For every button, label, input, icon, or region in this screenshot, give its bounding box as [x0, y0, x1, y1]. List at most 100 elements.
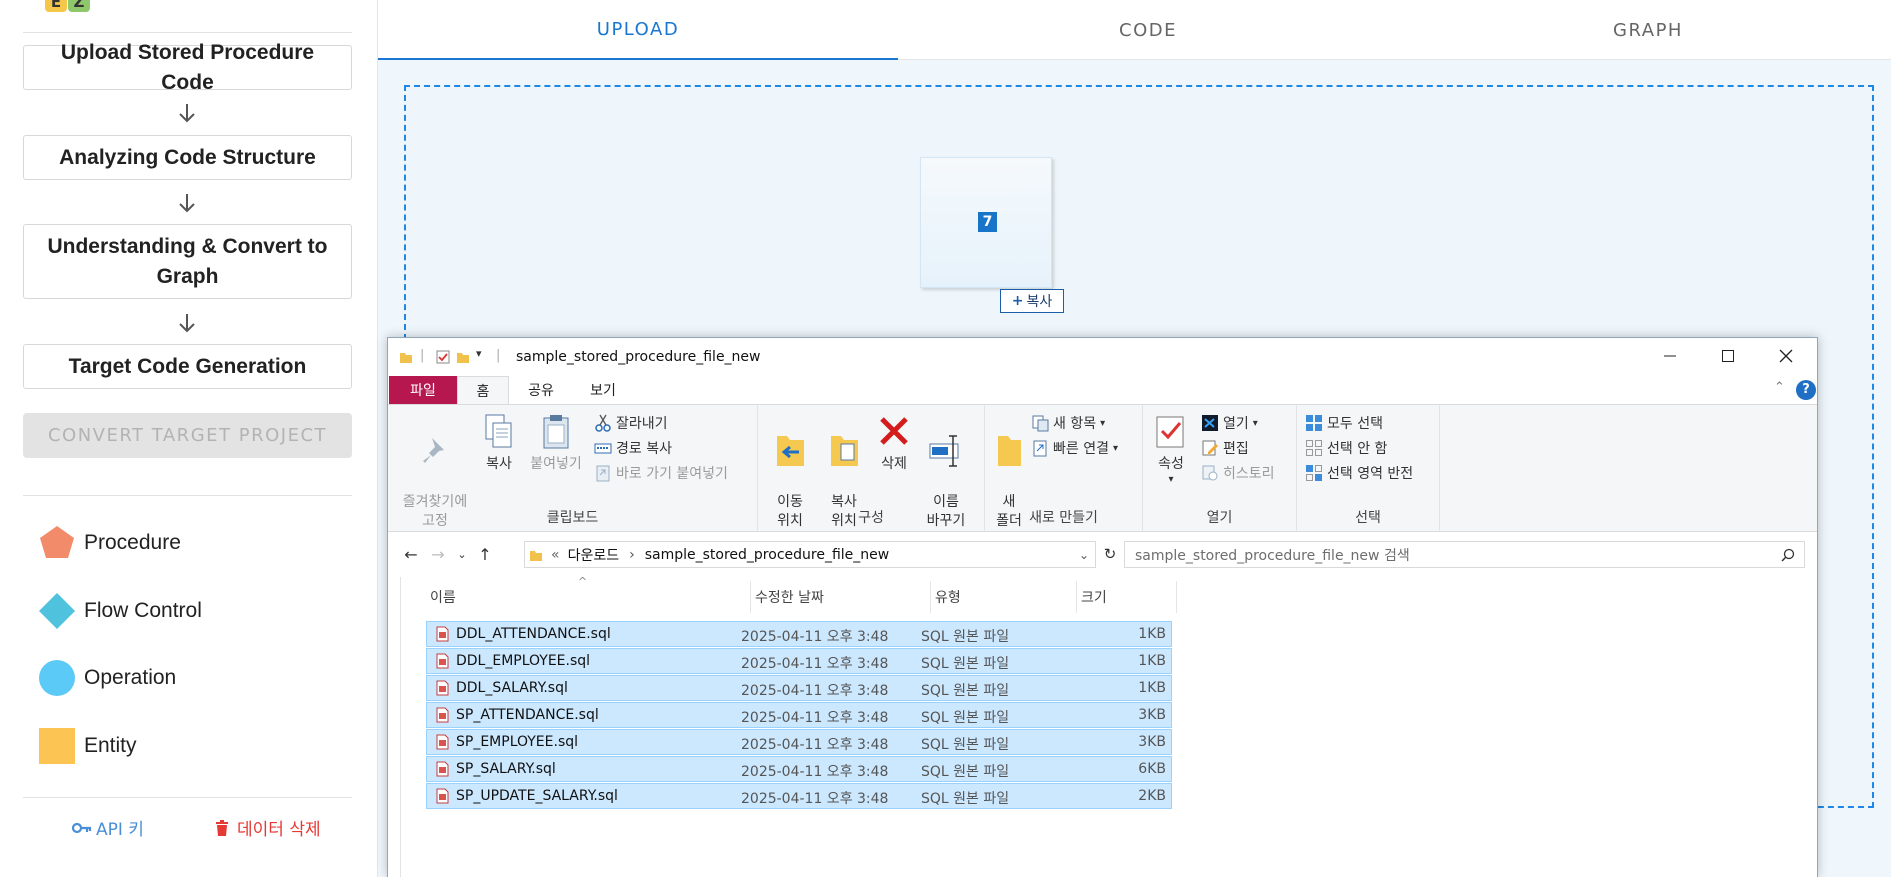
address-input[interactable]: « 다운로드 › sample_stored_procedure_file_ne… [524, 541, 1096, 568]
refresh-button[interactable]: ↻ [1100, 544, 1120, 564]
new-item-label: 새 항목 [1053, 416, 1097, 432]
history-button[interactable]: 히스토리 [1201, 462, 1275, 484]
properties-button[interactable]: 속성 ▾ [1151, 413, 1191, 486]
maximize-button[interactable] [1699, 338, 1757, 374]
file-date: 2025-04-11 오후 3:48 [741, 656, 889, 672]
close-button[interactable] [1757, 338, 1815, 374]
file-type: SQL 원본 파일 [921, 737, 1010, 753]
up-button[interactable]: ↑ [475, 544, 495, 564]
column-name[interactable]: 이름 [426, 581, 751, 613]
file-date: 2025-04-11 오후 3:48 [741, 791, 889, 807]
chevron-down-icon[interactable]: ⌄ [1079, 548, 1089, 562]
file-name: SP_EMPLOYEE.sql [456, 734, 579, 750]
minimize-button[interactable] [1641, 338, 1699, 374]
tab-code[interactable]: CODE [898, 0, 1398, 60]
open-button[interactable]: 열기 ▾ [1201, 412, 1258, 434]
api-key-link[interactable]: API 키 [72, 815, 144, 840]
app-logo[interactable]: E Z [45, 0, 91, 12]
dropdown-icon: ▾ [1112, 442, 1119, 454]
tab-graph[interactable]: GRAPH [1398, 0, 1891, 60]
file-row[interactable]: SP_ATTENDANCE.sql 2025-04-11 오후 3:48 SQL 원… [426, 702, 1172, 728]
cut-button[interactable]: 잘라내기 [594, 412, 668, 434]
column-size[interactable]: 크기 [1077, 581, 1177, 613]
ribbon-tab-home[interactable]: 홈 [457, 376, 509, 405]
help-icon[interactable]: ? [1796, 380, 1816, 400]
breadcrumb-current-folder[interactable]: sample_stored_procedure_file_new [645, 547, 890, 563]
ribbon-tab-share[interactable]: 공유 [513, 376, 569, 404]
properties-icon[interactable] [436, 350, 450, 364]
step-convert-graph[interactable]: Understanding & Convert to Graph [23, 224, 352, 299]
divider [23, 797, 352, 798]
search-input[interactable]: sample_stored_procedure_file_new 검색 [1124, 541, 1805, 568]
ribbon-tab-view[interactable]: 보기 [573, 376, 633, 404]
group-new: 새 폴더 새 항목 ▾ 빠른 연결 ▾ 새로 만들기 [985, 405, 1143, 531]
breadcrumb-downloads[interactable]: 다운로드 [568, 545, 620, 565]
tab-upload[interactable]: UPLOAD [378, 0, 898, 60]
select-none-button[interactable]: 선택 안 함 [1305, 437, 1387, 459]
legend-label: Entity [84, 734, 137, 757]
invert-selection-button[interactable]: 선택 영역 반전 [1305, 462, 1413, 484]
pentagon-icon [40, 526, 74, 558]
new-item-button[interactable]: 새 항목 ▾ [1031, 412, 1105, 434]
separator: | [420, 348, 425, 363]
file-row[interactable]: SP_EMPLOYEE.sql 2025-04-11 오후 3:48 SQL 원본 … [426, 729, 1172, 755]
legend-label: Operation [84, 666, 177, 689]
edit-button[interactable]: 편집 [1201, 437, 1249, 459]
api-key-label: API 키 [96, 820, 144, 840]
square-icon [39, 728, 75, 764]
folder-icon [400, 353, 412, 363]
delete-data-link[interactable]: 데이터 삭제 [215, 815, 321, 840]
select-all-icon [1306, 415, 1322, 431]
file-row[interactable]: DDL_EMPLOYEE.sql 2025-04-11 오후 3:48 SQL 원본… [426, 648, 1172, 674]
convert-target-project-button[interactable]: CONVERT TARGET PROJECT [23, 413, 352, 458]
easy-access-button[interactable]: 빠른 연결 ▾ [1031, 437, 1118, 459]
file-row[interactable]: DDL_ATTENDANCE.sql 2025-04-11 오후 3:48 SQL … [426, 621, 1172, 647]
forward-button[interactable]: → [428, 544, 448, 564]
column-date-modified[interactable]: 수정한 날짜 [751, 581, 931, 613]
arrow-down-icon [179, 314, 195, 333]
new-folder-icon [998, 436, 1021, 466]
file-type: SQL 원본 파일 [921, 656, 1010, 672]
select-all-button[interactable]: 모두 선택 [1305, 412, 1383, 434]
back-button[interactable]: ← [401, 544, 421, 564]
explorer-titlebar[interactable]: | ▾ | sample_stored_procedure_file_new [388, 338, 1817, 376]
collapse-ribbon-icon[interactable]: ⌃ [1774, 380, 1785, 395]
copy-to-icon [831, 436, 858, 466]
recent-locations-button[interactable]: ⌄ [452, 544, 472, 564]
file-size: 2KB [1138, 788, 1166, 804]
ribbon-tab-file[interactable]: 파일 [389, 376, 457, 404]
quick-access-dropdown-icon[interactable]: ▾ [476, 347, 482, 360]
divider [23, 495, 352, 496]
pin-icon [423, 438, 444, 463]
new-folder-icon[interactable] [456, 350, 470, 364]
paste-shortcut-button[interactable]: 바로 가기 붙여넣기 [594, 462, 728, 484]
delete-button[interactable]: 삭제 [874, 413, 914, 474]
file-type: SQL 원본 파일 [921, 629, 1010, 645]
copy-path-button[interactable]: 경로 복사 [594, 437, 672, 459]
column-type[interactable]: 유형 [931, 581, 1077, 613]
copy-tooltip-label: 복사 [1026, 294, 1053, 310]
file-type: SQL 원본 파일 [921, 683, 1010, 699]
diamond-icon [39, 593, 75, 629]
file-size: 1KB [1138, 626, 1166, 642]
arrow-down-icon [179, 104, 195, 123]
breadcrumb-overflow[interactable]: « [551, 547, 560, 563]
ribbon-tabs: 파일 홈 공유 보기 ⌃ ? [388, 376, 1817, 405]
file-date: 2025-04-11 오후 3:48 [741, 737, 889, 753]
paste-button[interactable]: 붙여넣기 [524, 413, 588, 474]
file-row[interactable]: SP_SALARY.sql 2025-04-11 오후 3:48 SQL 원본 파일… [426, 756, 1172, 782]
step-analyze[interactable]: Analyzing Code Structure [23, 135, 352, 180]
legend-procedure: Procedure [38, 523, 181, 563]
file-row[interactable]: SP_UPDATE_SALARY.sql 2025-04-11 오후 3:48 SQ… [426, 783, 1172, 809]
step-target-generation[interactable]: Target Code Generation [23, 344, 352, 389]
file-name: SP_UPDATE_SALARY.sql [456, 788, 618, 804]
rename-icon [929, 435, 959, 467]
file-date: 2025-04-11 오후 3:48 [741, 629, 889, 645]
address-bar-row: ← → ⌄ ↑ « 다운로드 › sample_stored_procedure… [388, 532, 1817, 577]
file-row[interactable]: DDL_SALARY.sql 2025-04-11 오후 3:48 SQL 원본 파… [426, 675, 1172, 701]
paste-shortcut-label: 바로 가기 붙여넣기 [616, 466, 728, 482]
main-tabs: UPLOAD CODE GRAPH [378, 0, 1891, 60]
step-upload[interactable]: Upload Stored Procedure Code [23, 41, 352, 94]
group-select: 모두 선택 선택 안 함 선택 영역 반전 선택 [1297, 405, 1440, 531]
copy-button[interactable]: 복사 [479, 413, 519, 474]
